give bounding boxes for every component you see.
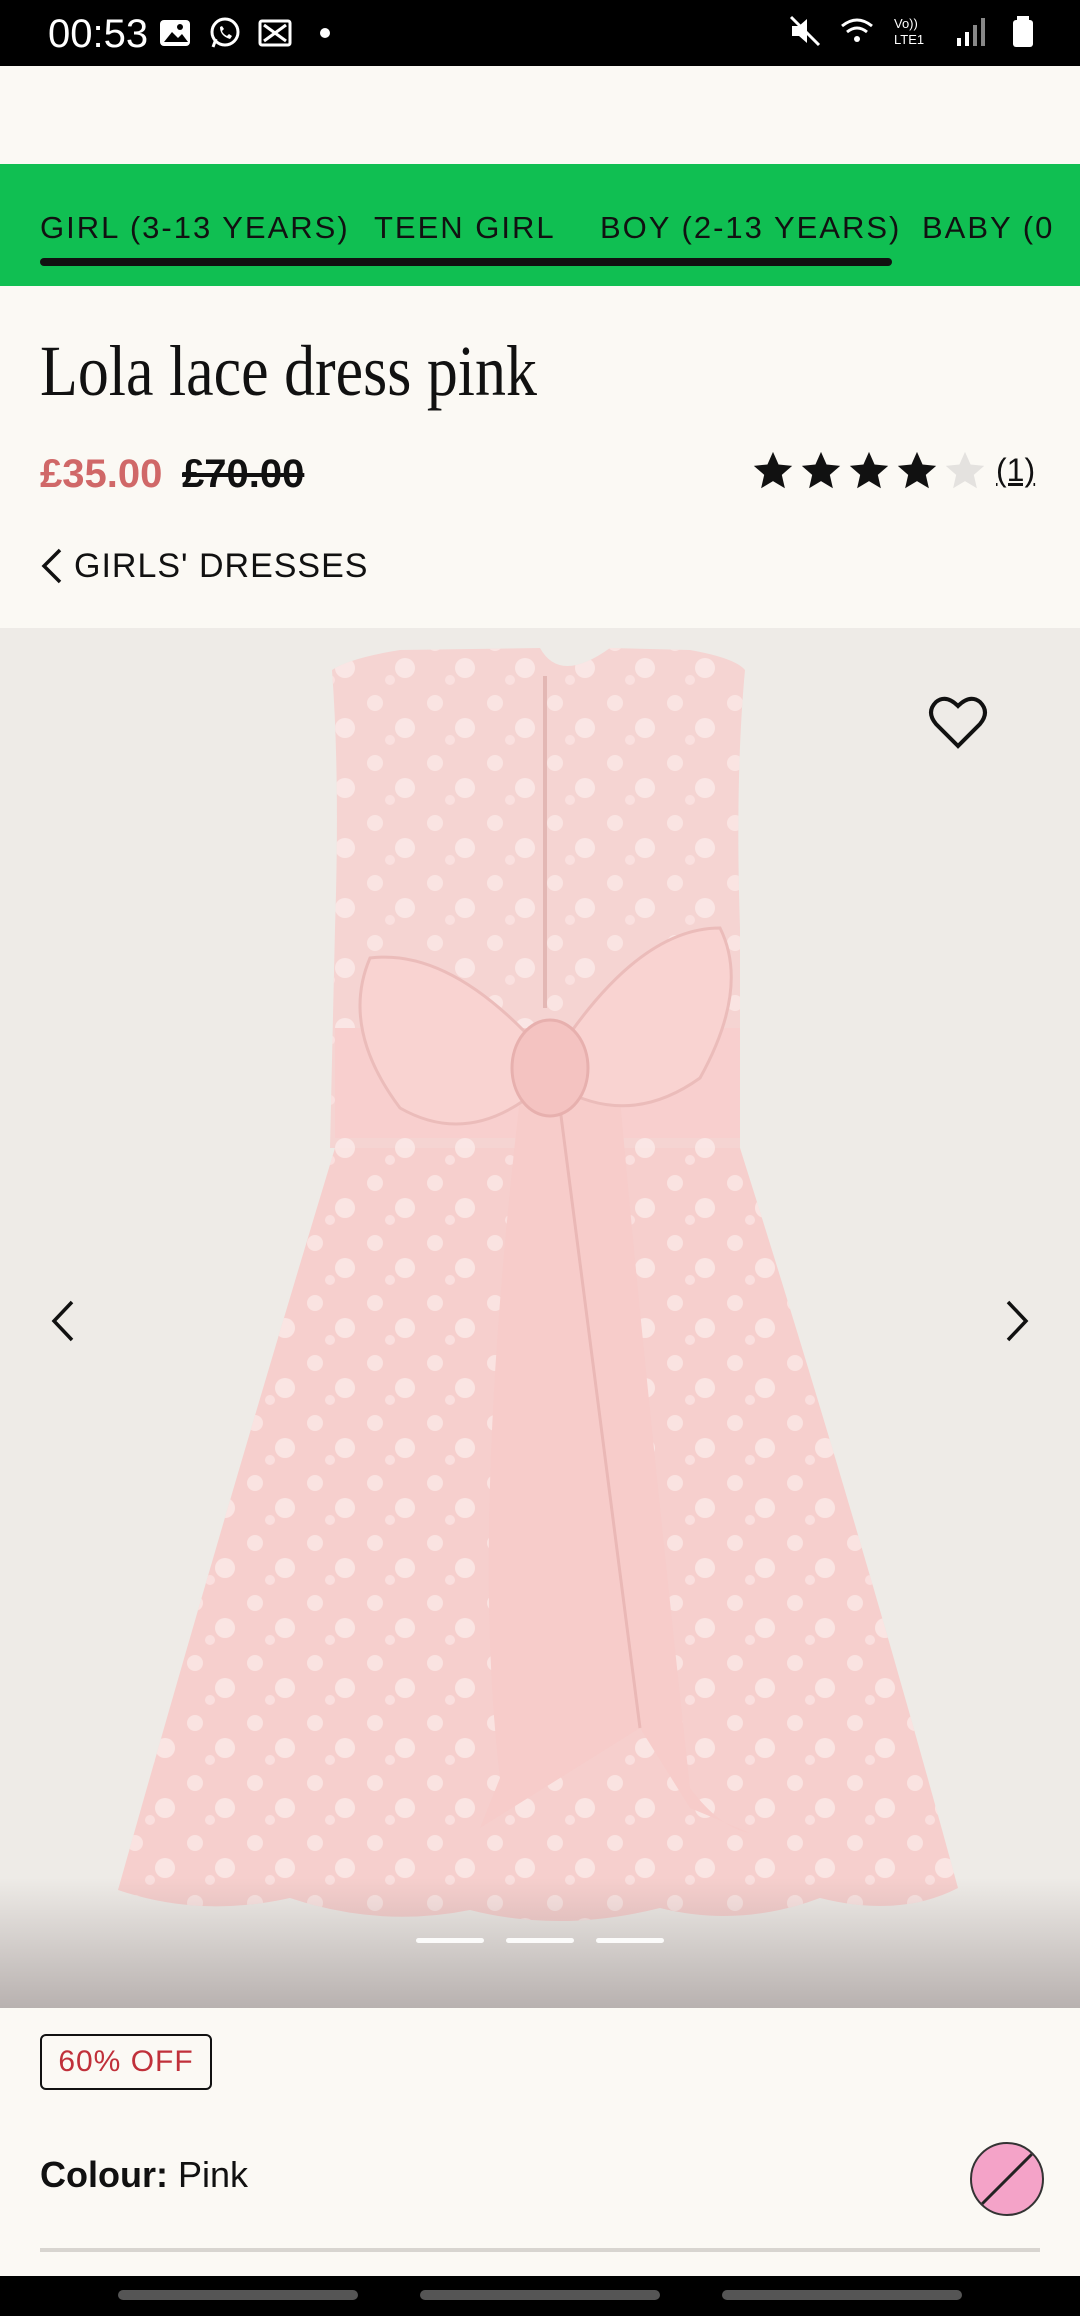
tab-teen-girl[interactable]: TEEN GIRL xyxy=(374,210,556,246)
svg-text:LTE1: LTE1 xyxy=(894,32,924,47)
tab-boy[interactable]: BOY (2-13 YEARS) xyxy=(600,210,901,246)
heart-icon[interactable] xyxy=(928,694,988,750)
top-bar xyxy=(0,66,1080,164)
breadcrumb-back-link[interactable]: GIRLS' DRESSES xyxy=(40,546,368,586)
mute-icon xyxy=(789,15,821,47)
star-filled-icon xyxy=(753,451,793,489)
gallery-icon xyxy=(160,20,190,46)
nav-scroll-indicator xyxy=(40,258,892,266)
whatsapp-icon xyxy=(210,17,240,48)
product-image xyxy=(118,648,958,1922)
tab-baby[interactable]: BABY (0 xyxy=(922,210,1054,246)
star-filled-icon xyxy=(801,451,841,489)
colour-label: Colour: xyxy=(40,2154,168,2195)
nav-pill[interactable] xyxy=(722,2290,962,2300)
system-nav-bar xyxy=(0,2276,1080,2316)
breadcrumb-label: GIRLS' DRESSES xyxy=(74,546,369,585)
chevron-left-icon xyxy=(41,548,62,584)
battery-icon xyxy=(1013,16,1033,47)
chevron-right-icon[interactable] xyxy=(1002,1298,1032,1344)
signal-icon xyxy=(957,18,985,46)
divider xyxy=(40,2248,1040,2252)
star-filled-icon xyxy=(849,451,889,489)
star-filled-icon xyxy=(897,451,937,489)
colour-value: Pink xyxy=(177,2154,249,2195)
price-original: £70.00 xyxy=(182,452,305,496)
status-time: 00:53 xyxy=(48,12,149,56)
colour-row: Colour: Pink xyxy=(40,2154,248,2196)
product-image-gallery[interactable] xyxy=(0,628,1080,2008)
svg-text:Vo)): Vo)) xyxy=(894,16,918,31)
category-nav: GIRL (3-13 YEARS) TEEN GIRL BOY (2-13 YE… xyxy=(0,164,1080,286)
gallery-dot[interactable] xyxy=(596,1938,664,1943)
star-empty-icon xyxy=(945,451,985,489)
rating-stars[interactable] xyxy=(750,448,988,494)
nav-pill[interactable] xyxy=(420,2290,660,2300)
price-current: £35.00 xyxy=(40,452,163,496)
app-icon xyxy=(258,19,292,47)
chevron-left-icon[interactable] xyxy=(48,1298,78,1344)
tab-girl[interactable]: GIRL (3-13 YEARS) xyxy=(40,210,350,246)
wifi-icon xyxy=(841,18,873,42)
discount-badge: 60% OFF xyxy=(40,2034,212,2090)
nav-pill[interactable] xyxy=(118,2290,358,2300)
review-count-link[interactable]: (1) xyxy=(996,452,1035,489)
gallery-dot-active[interactable] xyxy=(506,1938,574,1943)
colour-swatch-pink[interactable] xyxy=(970,2142,1044,2216)
status-bar: 00:53 Vo)) LTE1 xyxy=(0,0,1080,66)
dot-icon xyxy=(320,28,330,38)
gallery-dot[interactable] xyxy=(416,1938,484,1943)
gallery-shade xyxy=(0,1878,1080,2008)
unavailable-slash-icon xyxy=(980,2152,1034,2206)
volte-icon: Vo))LTE1 xyxy=(894,16,924,47)
product-title: Lola lace dress pink xyxy=(40,331,537,411)
